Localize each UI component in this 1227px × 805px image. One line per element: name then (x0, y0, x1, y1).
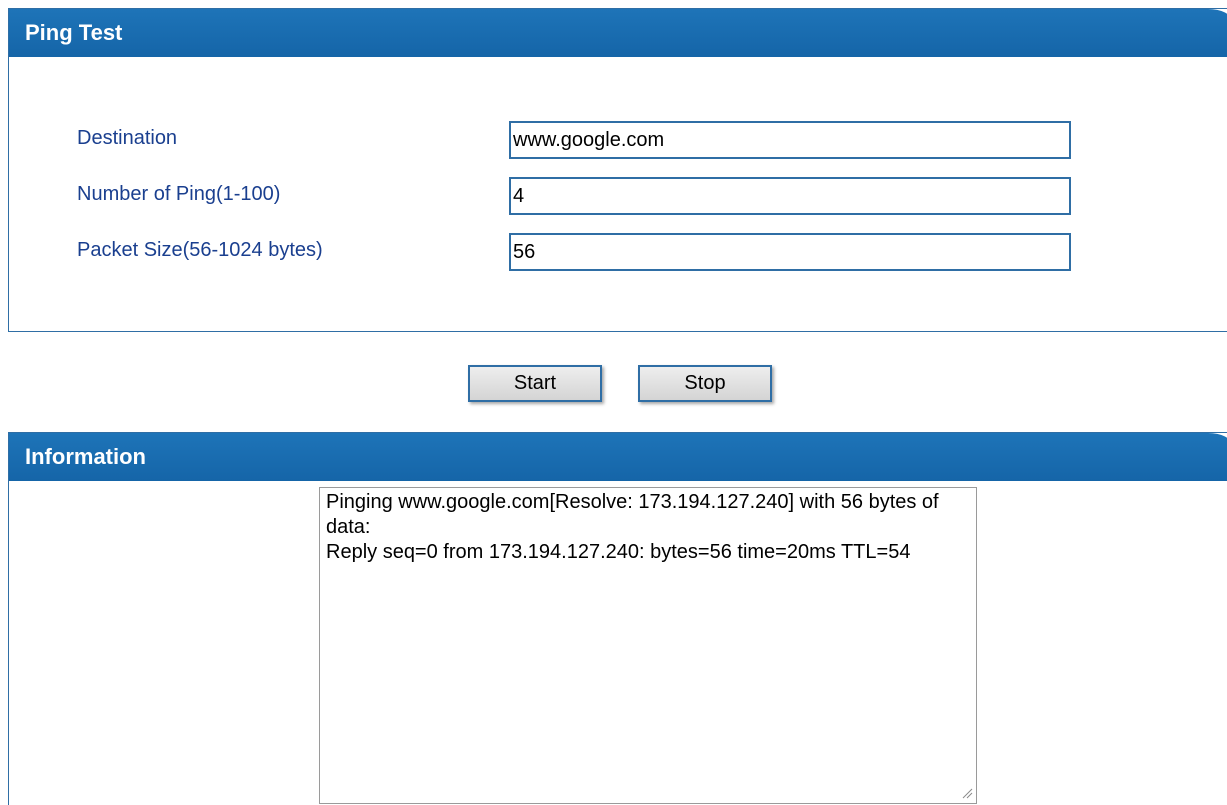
ping-count-row: Number of Ping(1-100) (9, 177, 1227, 215)
stop-button[interactable]: Stop (638, 365, 772, 402)
packet-size-label: Packet Size(56-1024 bytes) (77, 239, 323, 261)
information-header: Information (9, 433, 1227, 481)
destination-input[interactable] (509, 121, 1071, 159)
ping-count-input[interactable] (509, 177, 1071, 215)
ping-test-panel: Ping Test Destination Number of Ping(1-1… (8, 8, 1227, 332)
ping-count-label: Number of Ping(1-100) (77, 183, 281, 205)
destination-row: Destination (9, 121, 1227, 159)
ping-output-textarea[interactable]: Pinging www.google.com[Resolve: 173.194.… (319, 487, 977, 804)
packet-size-row: Packet Size(56-1024 bytes) (9, 233, 1227, 271)
start-button[interactable]: Start (468, 365, 602, 402)
destination-label: Destination (77, 127, 178, 149)
packet-size-input[interactable] (509, 233, 1071, 271)
resize-grip-icon[interactable] (961, 787, 973, 799)
ping-test-header: Ping Test (9, 9, 1227, 57)
information-panel: Information Pinging www.google.com[Resol… (8, 432, 1227, 805)
